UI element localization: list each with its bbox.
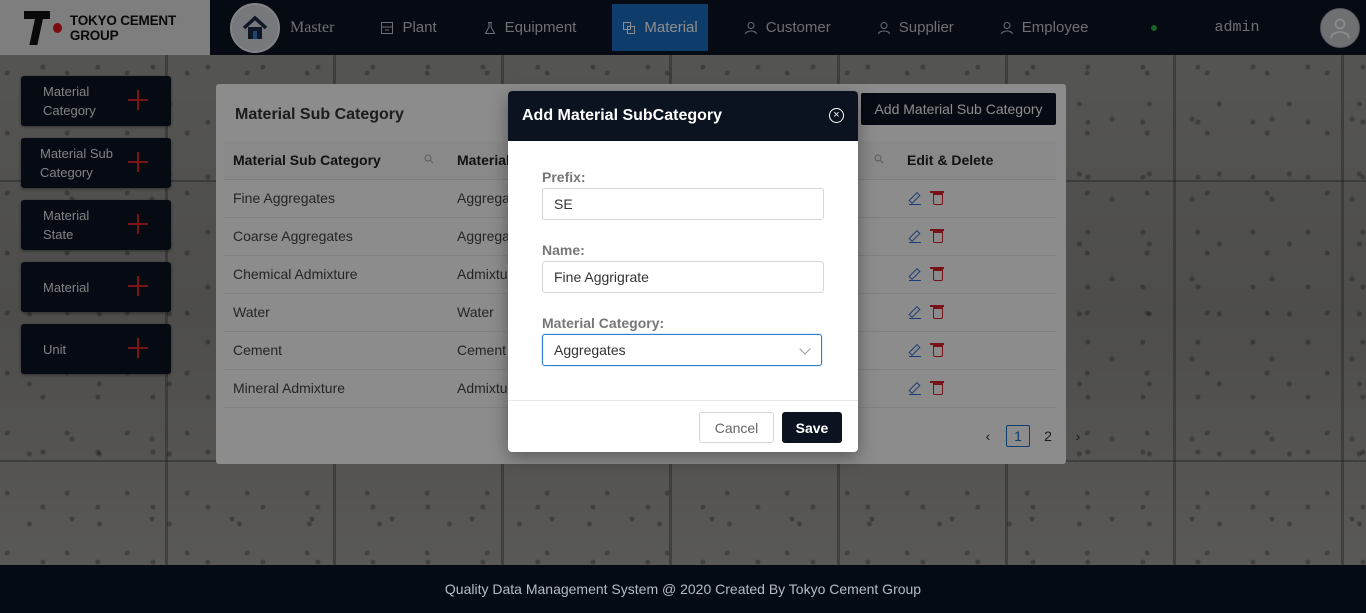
material-category-select[interactable]: Aggregates: [542, 334, 822, 366]
modal-footer: Cancel Save: [508, 400, 858, 452]
chevron-down-icon: [799, 343, 811, 355]
prefix-label: Prefix:: [542, 169, 586, 185]
page-footer: Quality Data Management System @ 2020 Cr…: [0, 565, 1366, 613]
name-input[interactable]: Fine Aggrigrate: [542, 261, 824, 293]
close-icon[interactable]: ×: [829, 108, 844, 123]
name-label: Name:: [542, 242, 585, 258]
material-category-label: Material Category:: [542, 315, 665, 331]
material-category-value: Aggregates: [554, 342, 626, 358]
add-subcategory-modal: Add Material SubCategory × Prefix: SE Na…: [508, 91, 858, 452]
footer-text: Quality Data Management System @ 2020 Cr…: [444, 581, 922, 597]
modal-header: Add Material SubCategory ×: [508, 91, 858, 141]
prefix-input[interactable]: SE: [542, 188, 824, 220]
modal-title: Add Material SubCategory: [522, 107, 723, 124]
save-button[interactable]: Save: [782, 412, 842, 443]
cancel-button[interactable]: Cancel: [699, 412, 774, 443]
